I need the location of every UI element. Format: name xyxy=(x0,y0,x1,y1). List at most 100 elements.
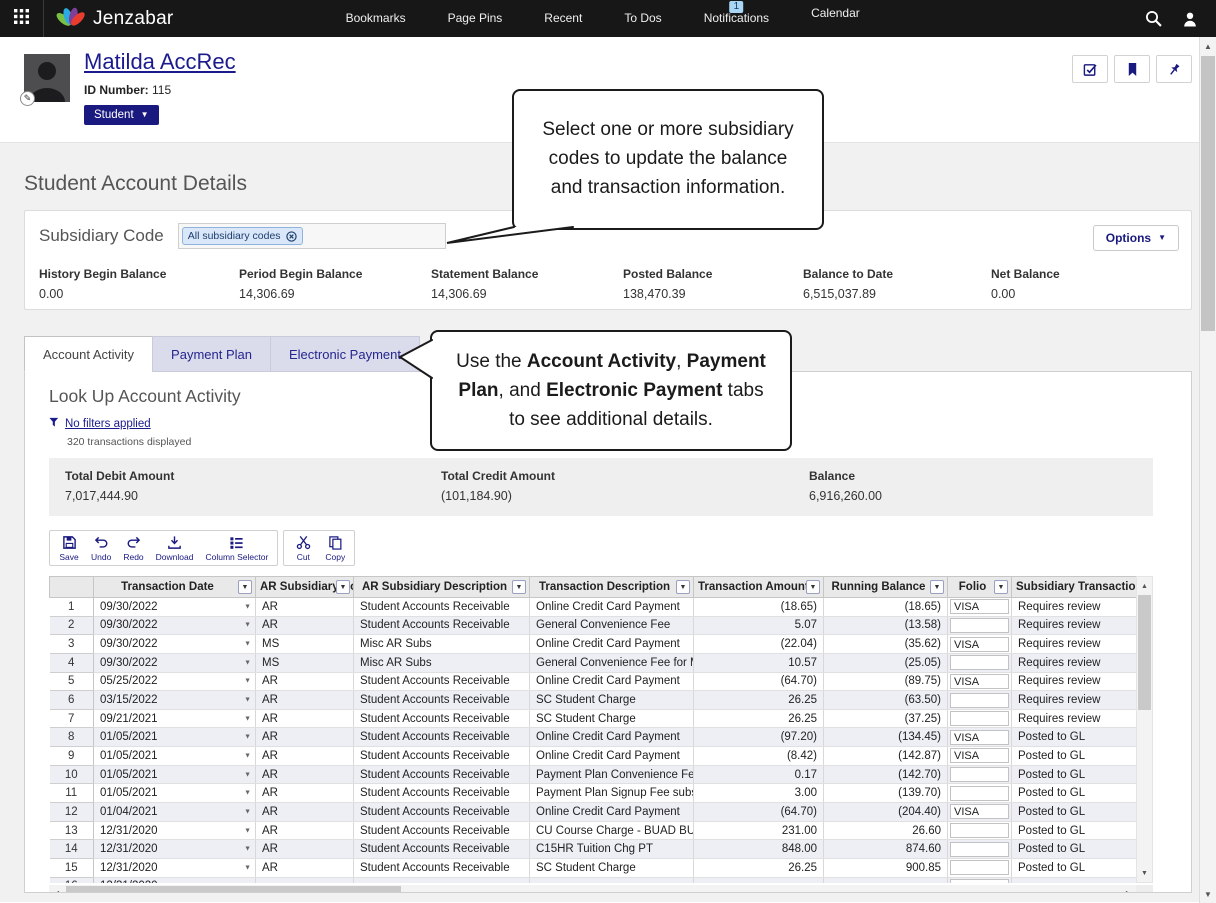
subsidiary-callout-tail xyxy=(440,226,585,250)
cell-transaction-description: Online Credit Card Payment xyxy=(530,598,694,617)
cell-subsidiary-transaction: Requires review xyxy=(1012,691,1137,710)
cell-ar-subsidiary-code: AR xyxy=(256,803,354,822)
scroll-up-arrow[interactable]: ▲ xyxy=(1137,578,1152,594)
student-name-link[interactable]: Matilda AccRec xyxy=(84,49,236,75)
student-role-button[interactable]: Student ▼ xyxy=(84,105,159,125)
jenzabar-brand[interactable]: Jenzabar xyxy=(56,3,174,34)
main-nav: Bookmarks Page Pins Recent To Dos 1 Noti… xyxy=(346,0,860,37)
page-vertical-scrollbar[interactable]: ▲ ▼ xyxy=(1199,37,1216,903)
bookmark-button[interactable] xyxy=(1114,55,1150,83)
scroll-right-arrow[interactable]: ► xyxy=(1120,885,1136,893)
scroll-thumb[interactable] xyxy=(66,886,401,893)
column-selector-button[interactable]: Column Selector xyxy=(200,533,273,563)
cell-folio[interactable] xyxy=(948,858,1012,877)
cell-folio[interactable] xyxy=(948,691,1012,710)
scroll-down-arrow[interactable]: ▼ xyxy=(1137,865,1152,881)
cell-folio[interactable]: VISA xyxy=(948,728,1012,747)
cell-transaction-date[interactable]: 01/05/2021▼ xyxy=(94,784,256,803)
user-account-icon[interactable] xyxy=(1182,11,1198,27)
nav-item-bookmarks[interactable]: Bookmarks xyxy=(346,0,406,37)
cell-folio[interactable] xyxy=(948,709,1012,728)
cell-ar-subsidiary-description: Student Accounts Receivable xyxy=(354,821,530,840)
filter-button[interactable]: ▼ xyxy=(336,580,350,594)
cell-folio[interactable] xyxy=(948,821,1012,840)
cell-row-number: 4 xyxy=(50,653,94,672)
cell-transaction-date[interactable]: 03/15/2022▼ xyxy=(94,691,256,710)
pin-button[interactable] xyxy=(1156,55,1192,83)
cell-transaction-date[interactable]: 09/30/2022▼ xyxy=(94,653,256,672)
tab-payment-plan[interactable]: Payment Plan xyxy=(152,336,271,372)
cell-folio[interactable] xyxy=(948,877,1012,883)
tasks-button[interactable] xyxy=(1072,55,1108,83)
no-filters-link[interactable]: No filters applied xyxy=(65,418,151,430)
download-button[interactable]: Download xyxy=(151,533,199,563)
scrollbar-corner xyxy=(1136,885,1153,893)
tab-account-activity[interactable]: Account Activity xyxy=(24,336,153,372)
table-row: 4 09/30/2022▼ MS Misc AR Subs General Co… xyxy=(50,653,1137,672)
scroll-thumb[interactable] xyxy=(1201,56,1215,331)
save-button[interactable]: Save xyxy=(54,533,84,563)
cell-folio[interactable] xyxy=(948,653,1012,672)
filter-button[interactable]: ▼ xyxy=(512,580,526,594)
cell-transaction-date[interactable]: 01/04/2021▼ xyxy=(94,803,256,822)
cell-transaction-date[interactable]: 12/31/2020▼ xyxy=(94,858,256,877)
nav-item-page-pins[interactable]: Page Pins xyxy=(448,0,503,37)
cell-folio[interactable]: VISA xyxy=(948,635,1012,654)
cell-transaction-date[interactable]: 12/31/2020▼ xyxy=(94,877,256,883)
cut-button[interactable]: Cut xyxy=(288,533,318,563)
copy-button[interactable]: Copy xyxy=(320,533,350,563)
cell-transaction-date[interactable]: 09/30/2022▼ xyxy=(94,616,256,635)
cell-transaction-date[interactable]: 05/25/2022▼ xyxy=(94,672,256,691)
undo-button[interactable]: Undo xyxy=(86,533,116,563)
cell-transaction-date[interactable]: 01/05/2021▼ xyxy=(94,747,256,766)
cell-folio[interactable] xyxy=(948,784,1012,803)
grid-vertical-scrollbar[interactable]: ▲ ▼ xyxy=(1136,576,1153,883)
redo-button[interactable]: Redo xyxy=(118,533,148,563)
scroll-down-arrow[interactable]: ▼ xyxy=(1200,886,1216,902)
nav-item-recent[interactable]: Recent xyxy=(544,0,582,37)
cell-folio[interactable]: VISA xyxy=(948,672,1012,691)
avatar-edit-icon[interactable]: ✎ xyxy=(20,91,35,106)
quick-actions xyxy=(1072,55,1192,83)
cell-transaction-date[interactable]: 09/30/2022▼ xyxy=(94,598,256,617)
nav-item-calendar[interactable]: Calendar xyxy=(811,6,860,43)
table-row: 7 09/21/2021▼ AR Student Accounts Receiv… xyxy=(50,709,1137,728)
app-grid-button[interactable] xyxy=(0,0,44,37)
search-icon[interactable] xyxy=(1145,10,1162,27)
scroll-left-arrow[interactable]: ◄ xyxy=(49,885,65,893)
nav-item-to-dos[interactable]: To Dos xyxy=(624,0,661,37)
cell-transaction-date[interactable]: 09/30/2022▼ xyxy=(94,635,256,654)
nav-item-notifications[interactable]: 1 Notifications xyxy=(704,0,769,37)
cell-folio[interactable] xyxy=(948,840,1012,859)
cell-folio[interactable]: VISA xyxy=(948,747,1012,766)
options-button[interactable]: Options ▼ xyxy=(1093,225,1179,251)
filter-button[interactable]: ▼ xyxy=(806,580,820,594)
cell-transaction-description: Online Credit Card Payment xyxy=(530,803,694,822)
filter-button[interactable]: ▼ xyxy=(994,580,1008,594)
cell-transaction-date[interactable]: 01/05/2021▼ xyxy=(94,765,256,784)
cell-folio[interactable] xyxy=(948,616,1012,635)
cell-subsidiary-transaction: Posted to GL xyxy=(1012,784,1137,803)
cell-subsidiary-transaction: Posted to GL xyxy=(1012,728,1137,747)
cell-transaction-date[interactable]: 01/05/2021▼ xyxy=(94,728,256,747)
table-row: 16 12/31/2020▼ xyxy=(50,877,1137,883)
app-grid-icon xyxy=(14,9,29,29)
cell-ar-subsidiary-description: Student Accounts Receivable xyxy=(354,840,530,859)
filter-button[interactable]: ▼ xyxy=(930,580,944,594)
filter-button[interactable]: ▼ xyxy=(676,580,690,594)
cell-transaction-date[interactable]: 12/31/2020▼ xyxy=(94,821,256,840)
cell-transaction-date[interactable]: 09/21/2021▼ xyxy=(94,709,256,728)
cell-transaction-date[interactable]: 12/31/2020▼ xyxy=(94,840,256,859)
cell-row-number: 5 xyxy=(50,672,94,691)
cell-folio[interactable] xyxy=(948,765,1012,784)
scroll-thumb[interactable] xyxy=(1138,595,1151,710)
subsidiary-pill[interactable]: All subsidiary codes xyxy=(182,227,303,245)
page-content: Student Account Details Subsidiary Code … xyxy=(0,143,1216,902)
cell-folio[interactable]: VISA xyxy=(948,803,1012,822)
subsidiary-code-input[interactable]: All subsidiary codes xyxy=(178,223,446,249)
scroll-up-arrow[interactable]: ▲ xyxy=(1200,38,1216,54)
filter-button[interactable]: ▼ xyxy=(238,580,252,594)
grid-horizontal-scrollbar[interactable]: ◄ ► xyxy=(49,885,1153,893)
cell-folio[interactable]: VISA xyxy=(948,598,1012,617)
caret-down-icon: ▼ xyxy=(244,790,251,797)
